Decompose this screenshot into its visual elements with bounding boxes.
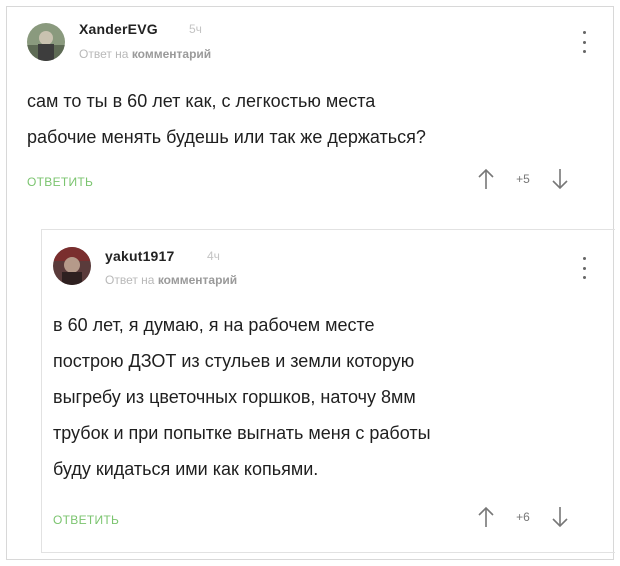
arrow-down-icon[interactable] [550, 167, 570, 191]
comment-time: 5ч [189, 22, 202, 36]
reply-button[interactable]: ОТВЕТИТЬ [27, 175, 93, 189]
comment-author[interactable]: yakut1917 [105, 248, 175, 264]
comment-body-line: в 60 лет, я думаю, я на рабочем месте [53, 315, 375, 335]
comment-body-line: построю ДЗОТ из стульев и земли которую [53, 351, 415, 371]
comment-body: сам то ты в 60 лет как, с легкостью мест… [27, 83, 426, 155]
arrow-up-icon[interactable] [476, 505, 496, 529]
avatar[interactable] [27, 23, 65, 61]
reply-note-target[interactable]: комментарий [132, 47, 211, 61]
comment-time: 4ч [207, 249, 220, 263]
reply-note: Ответ на комментарий [79, 47, 211, 61]
comment-thread: XanderEVG 5ч Ответ на комментарий сам то… [6, 6, 615, 560]
avatar-image [27, 23, 65, 61]
arrow-up-icon[interactable] [476, 167, 496, 191]
reply-note-target[interactable]: комментарий [158, 273, 237, 287]
score-value: +5 [516, 172, 530, 186]
reply-note: Ответ на комментарий [105, 273, 237, 287]
comment-body-line: рабочие менять будешь или так же держать… [27, 127, 426, 147]
vote-control: +6 [476, 505, 570, 529]
comment-author[interactable]: XanderEVG [79, 21, 158, 37]
reply-note-prefix: Ответ на [105, 273, 155, 287]
arrow-down-icon[interactable] [550, 505, 570, 529]
avatar-image [53, 247, 91, 285]
score-value: +6 [516, 510, 530, 524]
comment-body: в 60 лет, я думаю, я на рабочем месте по… [53, 307, 431, 487]
reply-note-prefix: Ответ на [79, 47, 129, 61]
comment-body-line: сам то ты в 60 лет как, с легкостью мест… [27, 91, 376, 111]
vote-control: +5 [476, 167, 570, 191]
comment-body-line: буду кидаться ими как копьями. [53, 459, 319, 479]
avatar[interactable] [53, 247, 91, 285]
more-vertical-icon[interactable] [579, 257, 589, 279]
reply-button[interactable]: ОТВЕТИТЬ [53, 513, 119, 527]
comment-body-line: выгребу из цветочных горшков, наточу 8мм [53, 387, 416, 407]
more-vertical-icon[interactable] [579, 31, 589, 53]
comment-body-line: трубок и при попытке выгнать меня с рабо… [53, 423, 431, 443]
